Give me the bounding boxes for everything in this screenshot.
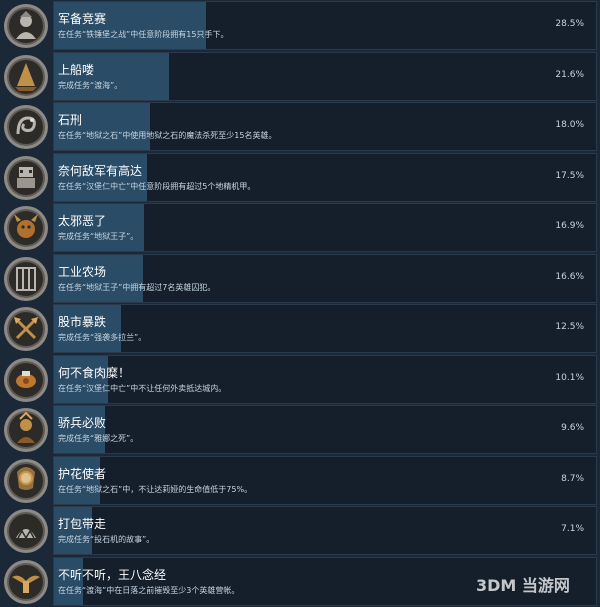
- unlock-percentage: 28.5%: [555, 19, 584, 29]
- catapult-beast-icon: [3, 508, 49, 554]
- achievement-panel: 股市暴跌完成任务“强袭多拉兰”。 12.5%: [53, 304, 597, 353]
- achievement-description: 完成任务“雅娜之死”。: [58, 433, 138, 444]
- achievement-title: 何不食肉糜！: [58, 364, 130, 381]
- unlock-percentage: 8.7%: [561, 474, 584, 484]
- warrior-hero-icon: [3, 407, 49, 453]
- achievement-panel: 何不食肉糜！ 在任务“汉堡仁中亡”中不让任何外卖抵达城内。 10.1%: [53, 355, 597, 404]
- achievement-panel: 骄兵必败完成任务“雅娜之死”。 9.6%: [53, 405, 597, 454]
- achievement-row: 石刑在任务“地狱之石”中使用地狱之石的魔法杀死至少15名英雄。 18.0%: [0, 102, 600, 152]
- achievement-description: 在任务“渡海”中在日落之前摧毁至少3个英雄营帐。: [58, 585, 239, 596]
- achievement-description: 完成任务“强袭多拉兰”。: [58, 332, 146, 343]
- achievement-row: 太邪恶了完成任务“地狱王子”。 16.9%: [0, 203, 600, 253]
- achievement-row: 工业农场在任务“地狱王子”中拥有超过7名英雄囚犯。 16.6%: [0, 254, 600, 304]
- soldier-emblem-icon: [3, 3, 49, 49]
- stone-serpent-icon: [3, 104, 49, 150]
- achievement-row: 护花使者在任务“地狱之石”中，不让达莉娅的生命值低于75%。 8.7%: [0, 456, 600, 506]
- unlock-percentage: 16.9%: [555, 221, 584, 231]
- achievement-title: 骄兵必败: [58, 414, 106, 431]
- elf-maiden-icon: [3, 458, 49, 504]
- achievement-panel: 打包带走完成任务“投石机的故事”。 7.1%: [53, 506, 597, 555]
- achievement-title: 太邪恶了: [58, 212, 106, 229]
- achievement-panel: 军备竞赛在任务“铁锤堡之战”中任意阶段拥有15只手下。 28.5%: [53, 1, 597, 50]
- achievement-title: 石刑: [58, 111, 82, 128]
- achievement-panel: 石刑在任务“地狱之石”中使用地狱之石的魔法杀死至少15名英雄。 18.0%: [53, 102, 597, 151]
- achievement-title: 工业农场: [58, 263, 106, 280]
- achievement-description: 在任务“铁锤堡之战”中任意阶段拥有15只手下。: [58, 29, 228, 40]
- achievement-title: 打包带走: [58, 515, 106, 532]
- achievement-title: 奈何敌军有高达: [58, 162, 142, 179]
- unlock-percentage: 10.1%: [555, 373, 584, 383]
- ship-sail-icon: [3, 54, 49, 100]
- achievement-row: 打包带走完成任务“投石机的故事”。 7.1%: [0, 506, 600, 556]
- achievement-panel: 奈何敌军有高达在任务“汉堡仁中亡”中任意阶段拥有超过5个地精机甲。 17.5%: [53, 153, 597, 202]
- achievement-panel: 护花使者在任务“地狱之石”中，不让达莉娅的生命值低于75%。 8.7%: [53, 456, 597, 505]
- achievement-row: 骄兵必败完成任务“雅娜之死”。 9.6%: [0, 405, 600, 455]
- winged-idol-icon: [3, 559, 49, 605]
- achievement-description: 在任务“地狱之石”中，不让达莉娅的生命值低于75%。: [58, 484, 252, 495]
- achievement-description: 完成任务“渡海”。: [58, 80, 122, 91]
- unlock-percentage: 18.0%: [555, 120, 584, 130]
- achievement-title: 上船喽: [58, 61, 94, 78]
- achievement-title: 护花使者: [58, 465, 106, 482]
- achievement-description: 完成任务“投石机的故事”。: [58, 534, 154, 545]
- watermark-text: 3DM 当游网: [476, 576, 570, 595]
- achievement-row: 上船喽完成任务“渡海”。 21.6%: [0, 52, 600, 102]
- achievement-title: 不听不听，王八念经: [58, 566, 166, 583]
- achievement-row: 奈何敌军有高达在任务“汉堡仁中亡”中任意阶段拥有超过5个地精机甲。 17.5%: [0, 153, 600, 203]
- achievement-panel: 工业农场在任务“地狱王子”中拥有超过7名英雄囚犯。 16.6%: [53, 254, 597, 303]
- achievement-title: 股市暴跌: [58, 313, 106, 330]
- achievement-panel: 上船喽完成任务“渡海”。 21.6%: [53, 52, 597, 101]
- meat-food-icon: [3, 357, 49, 403]
- unlock-percentage: 17.5%: [555, 171, 584, 181]
- demon-face-icon: [3, 205, 49, 251]
- achievement-description: 在任务“地狱王子”中拥有超过7名英雄囚犯。: [58, 282, 215, 293]
- watermark: 3DM 当游网: [474, 570, 592, 598]
- unlock-percentage: 21.6%: [555, 70, 584, 80]
- achievement-list: 军备竞赛在任务“铁锤堡之战”中任意阶段拥有15只手下。 28.5% 上船喽完成任务“…: [0, 0, 600, 602]
- achievement-description: 在任务“地狱之石”中使用地狱之石的魔法杀死至少15名英雄。: [58, 130, 276, 141]
- achievement-panel: 太邪恶了完成任务“地狱王子”。 16.9%: [53, 203, 597, 252]
- unlock-percentage: 16.6%: [555, 272, 584, 282]
- prison-cage-icon: [3, 256, 49, 302]
- achievement-description: 在任务“汉堡仁中亡”中不让任何外卖抵达城内。: [58, 383, 226, 394]
- achievement-row: 军备竞赛在任务“铁锤堡之战”中任意阶段拥有15只手下。 28.5%: [0, 1, 600, 51]
- achievement-description: 完成任务“地狱王子”。: [58, 231, 138, 242]
- mech-robot-icon: [3, 155, 49, 201]
- achievement-title: 军备竞赛: [58, 10, 106, 27]
- achievement-row: 股市暴跌完成任务“强袭多拉兰”。 12.5%: [0, 304, 600, 354]
- achievement-row: 何不食肉糜！ 在任务“汉堡仁中亡”中不让任何外卖抵达城内。 10.1%: [0, 355, 600, 405]
- crossed-axes-icon: [3, 306, 49, 352]
- achievement-description: 在任务“汉堡仁中亡”中任意阶段拥有超过5个地精机甲。: [58, 181, 255, 192]
- unlock-percentage: 7.1%: [561, 524, 584, 534]
- unlock-percentage: 9.6%: [561, 423, 584, 433]
- unlock-percentage: 12.5%: [555, 322, 584, 332]
